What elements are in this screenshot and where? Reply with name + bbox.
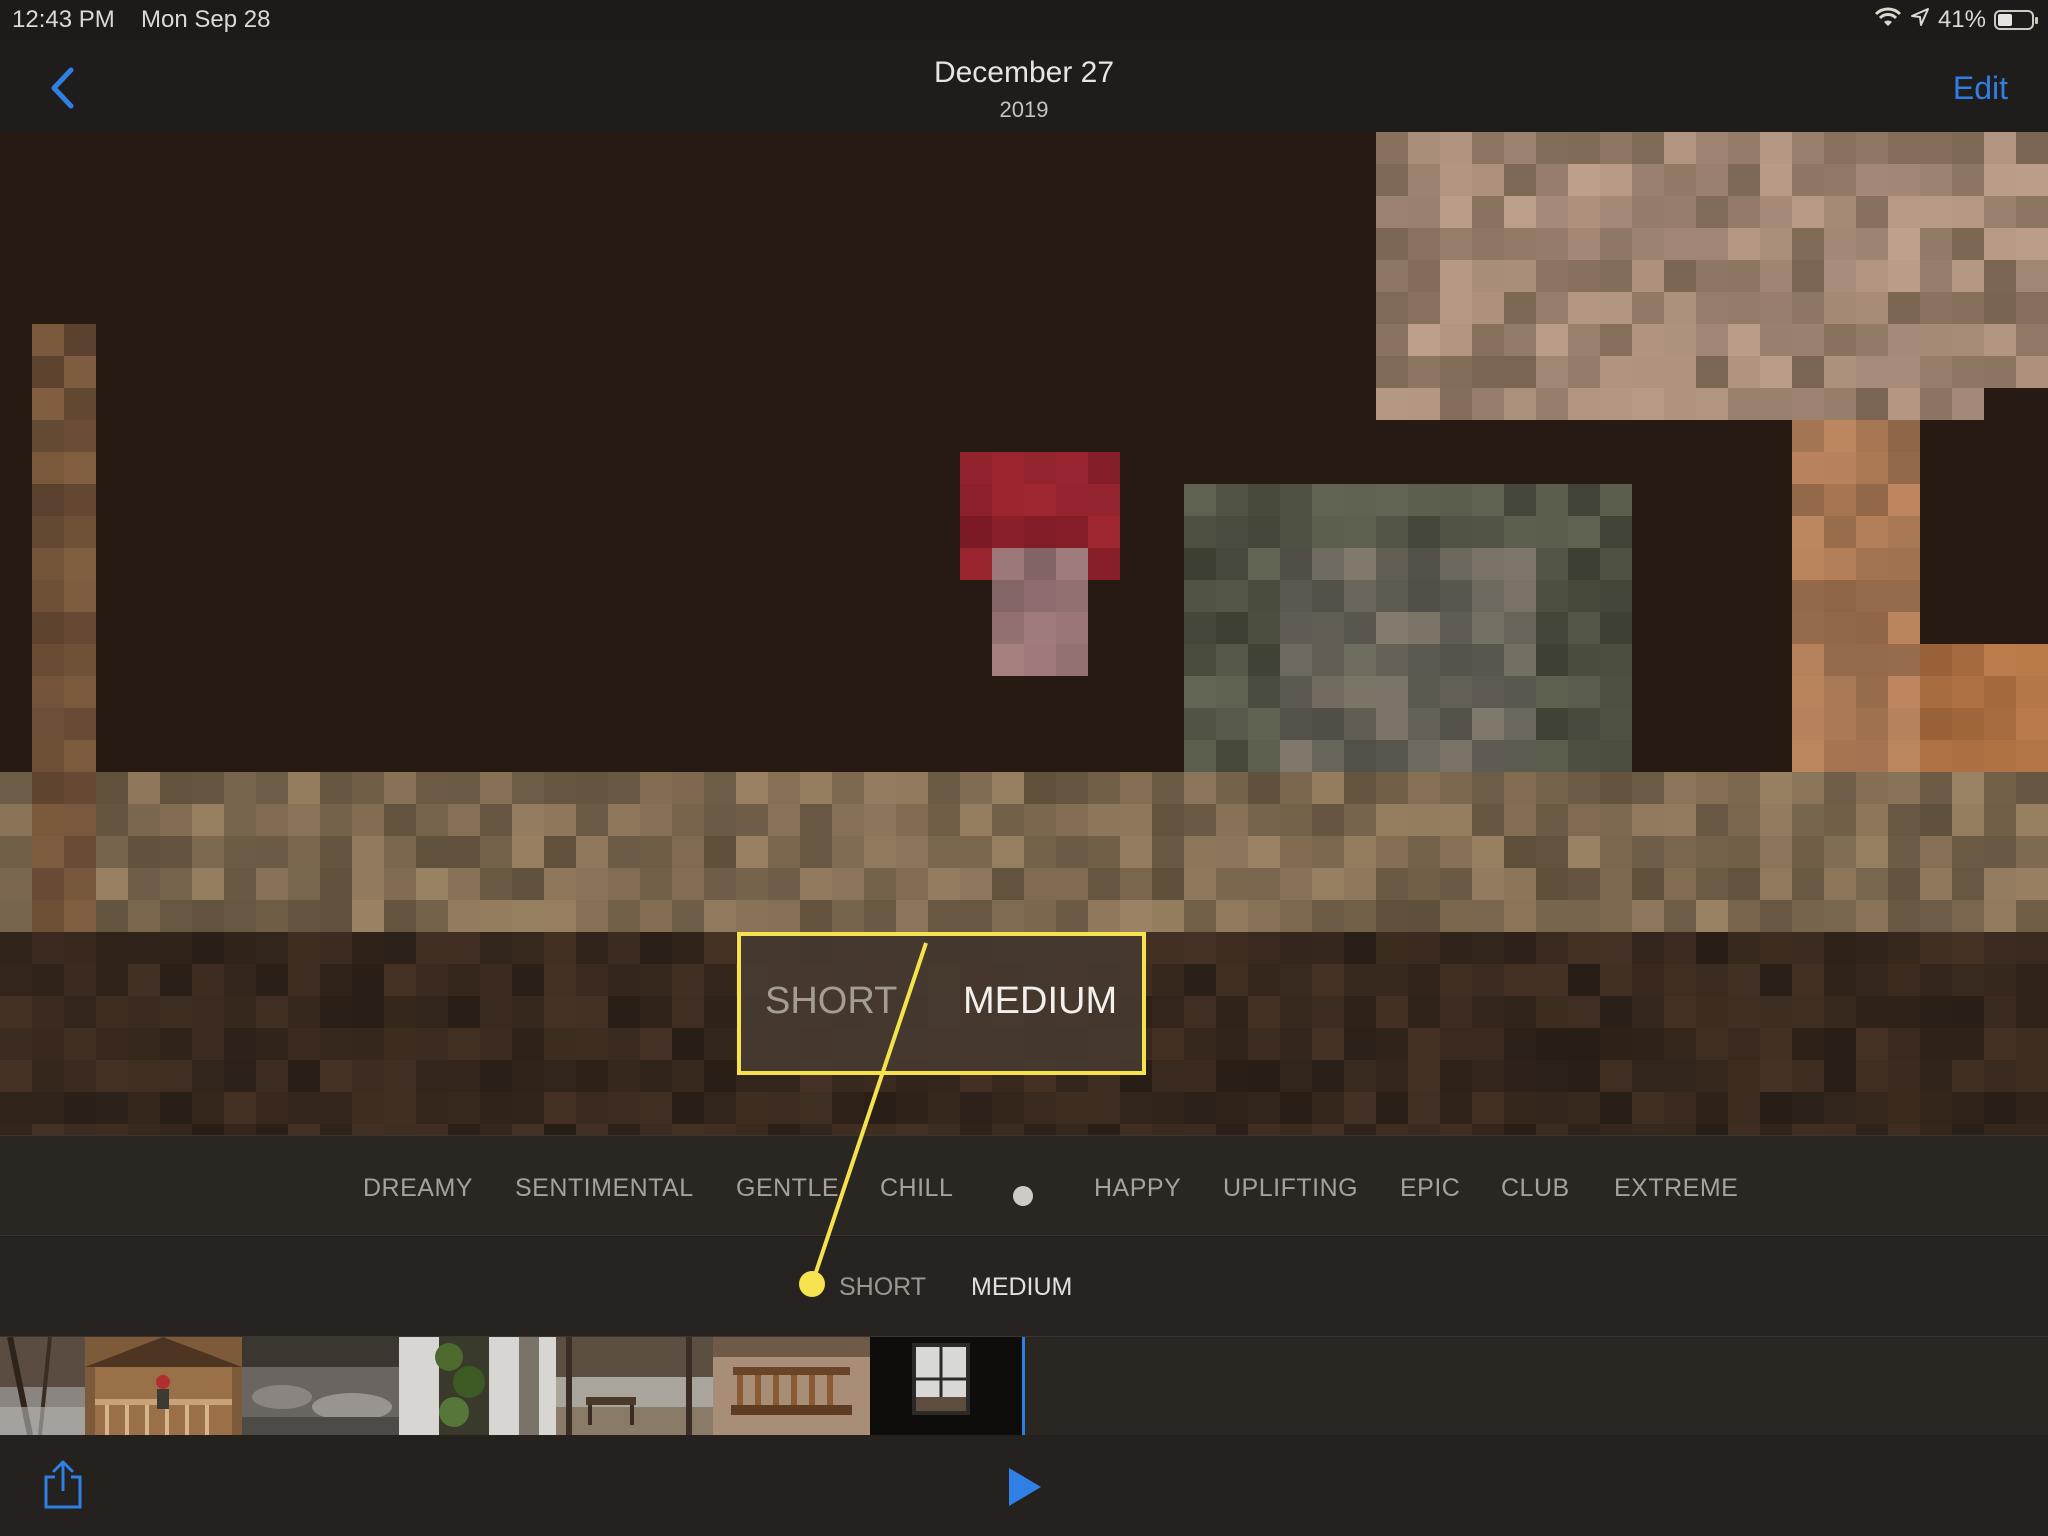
- thumbnail-porch-swing[interactable]: [713, 1337, 870, 1435]
- nav-bar: December 27 2019 Edit: [0, 40, 2048, 132]
- duration-selector: SHORT MEDIUM: [0, 1237, 2048, 1337]
- mood-sentimental[interactable]: SENTIMENTAL: [515, 1174, 694, 1203]
- mood-selected-dot[interactable]: [1013, 1186, 1033, 1206]
- battery-icon: [1994, 10, 2038, 30]
- share-button[interactable]: [40, 1459, 86, 1511]
- wifi-icon: [1874, 6, 1902, 35]
- mood-uplifting[interactable]: UPLIFTING: [1223, 1174, 1358, 1203]
- thumbnail-creek-bench[interactable]: [556, 1337, 713, 1435]
- callout-medium-label: MEDIUM: [963, 980, 1118, 1022]
- mood-club[interactable]: CLUB: [1501, 1174, 1570, 1203]
- duration-callout: SHORT MEDIUM: [737, 932, 1146, 1075]
- edit-button[interactable]: Edit: [1953, 70, 2008, 107]
- mood-dreamy[interactable]: DREAMY: [363, 1174, 473, 1203]
- thumbnail-cabin-porch[interactable]: [85, 1337, 242, 1435]
- thumbnail-forest-stream[interactable]: [0, 1337, 85, 1435]
- video-preview[interactable]: SHORT MEDIUM: [0, 132, 2048, 1135]
- mood-gentle[interactable]: GENTLE: [736, 1174, 839, 1203]
- callout-anchor-dot: [799, 1271, 825, 1297]
- filmstrip-playhead[interactable]: [1022, 1337, 1025, 1435]
- thumbnail-ivy-tree[interactable]: [399, 1337, 556, 1435]
- page-title: December 27: [933, 56, 1115, 89]
- duration-medium[interactable]: MEDIUM: [971, 1273, 1072, 1302]
- share-icon: [44, 1460, 82, 1509]
- thumbnail-river-rocks[interactable]: [242, 1337, 399, 1435]
- bottom-toolbar: [0, 1435, 2048, 1536]
- thumbnail-cabin-window[interactable]: [870, 1337, 1023, 1435]
- battery-percent: 41%: [1937, 6, 1986, 33]
- status-bar: 12:43 PM Mon Sep 28 41%: [0, 0, 2048, 40]
- page-subtitle: 2019: [999, 97, 1049, 122]
- mood-chill[interactable]: CHILL: [880, 1174, 953, 1203]
- play-icon: [1009, 1468, 1041, 1506]
- mood-extreme[interactable]: EXTREME: [1614, 1174, 1738, 1203]
- play-button[interactable]: [1003, 1465, 1045, 1509]
- status-time: 12:43 PM: [12, 6, 115, 33]
- callout-short-label: SHORT: [765, 980, 898, 1022]
- duration-short[interactable]: SHORT: [839, 1273, 926, 1302]
- location-arrow-icon: [1910, 6, 1930, 34]
- mood-epic[interactable]: EPIC: [1400, 1174, 1460, 1203]
- mood-happy[interactable]: HAPPY: [1094, 1174, 1181, 1203]
- status-date: Mon Sep 28: [141, 6, 271, 33]
- mood-selector: DREAMY SENTIMENTAL GENTLE CHILL HAPPY UP…: [0, 1135, 2048, 1236]
- status-indicators: 41%: [1874, 6, 2038, 35]
